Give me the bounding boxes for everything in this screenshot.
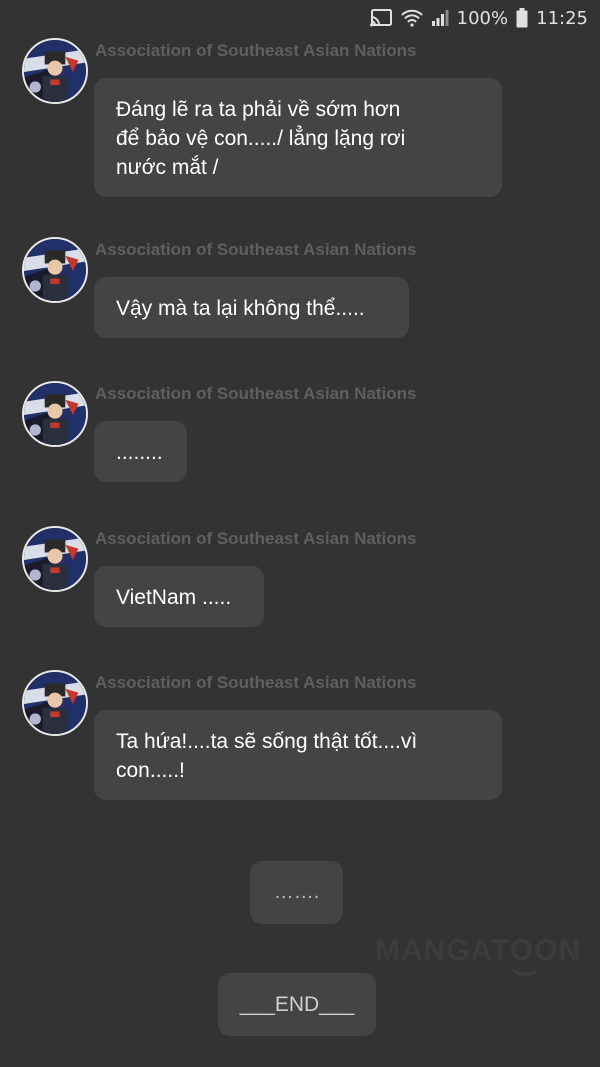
battery-icon — [516, 8, 528, 28]
message-bubble: Đáng lẽ ra ta phải về sớm hơn để bảo vệ … — [94, 78, 502, 197]
avatar[interactable] — [22, 237, 88, 303]
message-line: ........ — [116, 441, 163, 464]
status-bar: 100% 11:25 — [369, 0, 588, 36]
narration-bubble: ……. — [250, 861, 343, 924]
message-line: con.....! — [116, 759, 185, 782]
watermark-smile-icon — [512, 966, 538, 976]
message-line: Vậy mà ta lại không thể..... — [116, 297, 365, 320]
message-bubble: Ta hứa!....ta sẽ sống thật tốt....vì con… — [94, 710, 502, 800]
end-label: ___END___ — [239, 992, 355, 1016]
message-line: Ta hứa!....ta sẽ sống thật tốt....vì — [116, 730, 418, 753]
signal-icon — [431, 9, 449, 27]
chat-screen: 100% 11:25 Association of Southeast Asia… — [0, 0, 600, 1067]
clock: 11:25 — [536, 7, 588, 29]
sender-name: Association of Southeast Asian Nations — [95, 529, 417, 548]
watermark-logo: MANGATOON — [375, 934, 582, 967]
wifi-icon — [400, 9, 423, 27]
message-line: để bảo vệ con...../ lẳng lặng rơi — [116, 127, 406, 150]
cast-icon — [369, 8, 393, 28]
avatar[interactable] — [22, 670, 88, 736]
end-marker: ___END___ — [218, 973, 376, 1036]
message-bubble: Vậy mà ta lại không thể..... — [94, 277, 409, 338]
message-bubble: VietNam ..... — [94, 566, 264, 627]
message-bubble: ........ — [94, 421, 187, 482]
sender-name: Association of Southeast Asian Nations — [95, 41, 417, 60]
message-line: VietNam ..... — [116, 586, 232, 609]
narration-text: ……. — [273, 881, 320, 903]
avatar[interactable] — [22, 526, 88, 592]
avatar[interactable] — [22, 38, 88, 104]
avatar[interactable] — [22, 381, 88, 447]
message-line: Đáng lẽ ra ta phải về sớm hơn — [116, 98, 401, 121]
sender-name: Association of Southeast Asian Nations — [95, 673, 417, 692]
battery-percent: 100% — [456, 7, 509, 29]
message-line: nước mắt / — [116, 156, 219, 179]
sender-name: Association of Southeast Asian Nations — [95, 384, 417, 403]
sender-name: Association of Southeast Asian Nations — [95, 240, 417, 259]
